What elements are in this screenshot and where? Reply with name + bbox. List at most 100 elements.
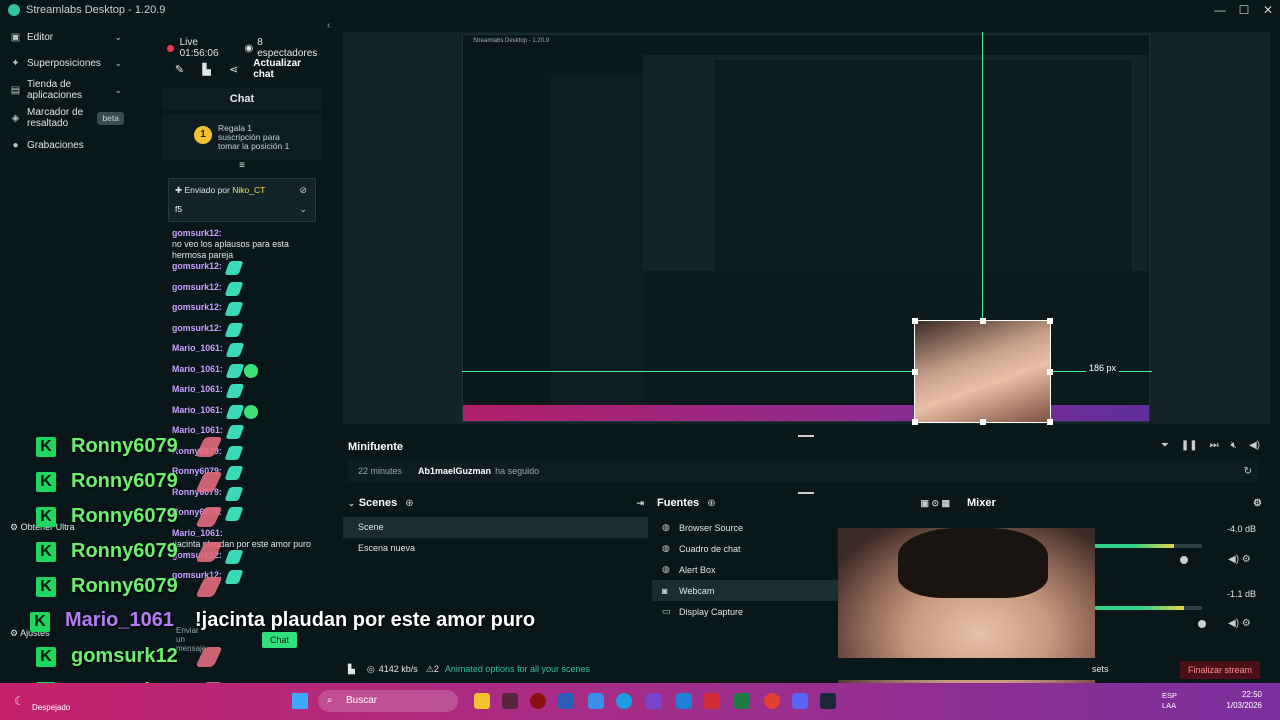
maximize-button[interactable]: ☐	[1232, 0, 1256, 20]
volume-icon[interactable]: ◀)	[1249, 440, 1260, 451]
app-icon[interactable]	[502, 693, 518, 709]
event-row: 22 minutes Ab1maelGuzman ha seguido	[348, 460, 1258, 482]
resize-handle[interactable]	[1047, 369, 1053, 375]
chat-username[interactable]: gomsurk12:	[172, 228, 222, 239]
minimize-button[interactable]: —	[1208, 0, 1232, 20]
skip-icon[interactable]: ⏭	[1210, 440, 1219, 451]
start-button[interactable]	[292, 693, 308, 709]
volume-icon[interactable]: ◀) ⚙	[1228, 554, 1251, 565]
notification-count: 2	[433, 664, 439, 674]
window-title: Streamlabs Desktop - 1.20.9	[26, 4, 166, 16]
chat-message: gomsurk12:	[172, 549, 314, 571]
resize-handle[interactable]	[912, 369, 918, 375]
pause-icon[interactable]: ❚❚	[1181, 440, 1198, 451]
scene-transitions-icon[interactable]: ⇥	[636, 498, 644, 509]
mail-icon[interactable]	[676, 693, 692, 709]
close-button[interactable]: ✕	[1256, 0, 1280, 20]
drag-handle[interactable]	[798, 435, 814, 437]
chat-username[interactable]: gomsurk12:	[172, 282, 222, 293]
add-scene-icon[interactable]: ⊕	[405, 498, 413, 509]
refresh-icon[interactable]: ↻	[1244, 466, 1252, 477]
chat-username[interactable]: gomsurk12:	[172, 261, 222, 272]
chat-username[interactable]: Mario_1061:	[172, 405, 223, 416]
add-source-icon[interactable]: ⊕	[707, 498, 715, 509]
mute-events-icon[interactable]: 🔇︎	[1231, 440, 1237, 451]
share-icon[interactable]: ⋖	[220, 63, 247, 76]
resize-handle[interactable]	[912, 318, 918, 324]
taskbar-search[interactable]: ⌕ Buscar	[318, 690, 458, 712]
chat-username[interactable]: Mario_1061:	[172, 343, 223, 354]
end-stream-button[interactable]: Finalizar stream	[1179, 661, 1260, 679]
chevron-down-icon[interactable]: ⌄	[299, 204, 307, 215]
excel-icon[interactable]	[734, 693, 750, 709]
volume-slider[interactable]	[1198, 620, 1206, 628]
volume-slider[interactable]	[1180, 556, 1188, 564]
send-chat-button[interactable]: Chat	[262, 631, 298, 648]
search-icon: ⌕	[327, 695, 333, 706]
chat-username[interactable]: Mario_1061:	[172, 528, 223, 539]
pinned-message[interactable]: ✚ Enviado por Niko_CT f5 ⊘ ⌄	[168, 178, 316, 222]
chat-message: Mario_1061:	[172, 363, 314, 385]
app-icon[interactable]	[588, 693, 604, 709]
app-icon[interactable]	[646, 693, 662, 709]
unpin-icon[interactable]: ⊘	[299, 185, 307, 196]
resize-handle[interactable]	[912, 419, 918, 425]
chrome-icon[interactable]	[764, 693, 780, 709]
chevron-down-icon[interactable]: ⌄	[114, 85, 122, 96]
chat-username[interactable]: Mario_1061:	[172, 425, 223, 436]
gift-leaderboard-card[interactable]: 1 Regala 1 suscripción para tomar la pos…	[162, 114, 322, 160]
minifuente-title: Minifuente	[348, 441, 403, 453]
minifuente-dock: Minifuente 22 minutes Ab1maelGuzman ha s…	[343, 436, 1270, 490]
clock[interactable]: 22:50 1/03/2026	[1226, 689, 1262, 711]
nav-item-editor[interactable]: ▣ Editor ⌄	[0, 24, 130, 50]
gear-icon[interactable]: ⚙	[1253, 498, 1262, 509]
chevron-down-icon[interactable]: ⌄	[348, 499, 355, 508]
notifications-icon[interactable]: ⚠	[426, 664, 434, 675]
nav-item-recordings[interactable]: ● Grabaciones	[0, 132, 130, 158]
chevron-down-icon[interactable]: ⌄	[114, 32, 122, 43]
overlay-username: Ronny6079	[71, 470, 178, 492]
app-icon[interactable]	[704, 693, 720, 709]
chat-username[interactable]: Mario_1061:	[172, 384, 223, 395]
resize-handle[interactable]	[1047, 318, 1053, 324]
chat-username[interactable]: Mario_1061:	[172, 364, 223, 375]
highlighter-icon: ◈	[11, 112, 20, 124]
scene-item[interactable]: Escena nueva	[343, 538, 648, 559]
discord-icon[interactable]	[792, 693, 808, 709]
performance-icon[interactable]: ▙	[348, 664, 355, 675]
app-icon[interactable]	[530, 693, 546, 709]
edit-icon[interactable]: ✎	[166, 63, 193, 76]
language-indicator[interactable]: ESP LAA	[1162, 691, 1177, 711]
mixer-db-readout: -4.0 dB	[1226, 524, 1256, 534]
chevron-down-icon[interactable]: ⌄	[114, 58, 122, 69]
chat-username[interactable]: gomsurk12:	[172, 323, 222, 334]
resize-handle[interactable]	[980, 318, 986, 324]
weather-icon[interactable]: ☾	[14, 694, 25, 708]
webcam-source-selection[interactable]	[912, 318, 1053, 425]
chat-username[interactable]: gomsurk12:	[172, 302, 222, 313]
resize-handle[interactable]	[1047, 419, 1053, 425]
store-icon[interactable]: ▙	[193, 63, 220, 76]
chat-message: Mario_1061:	[172, 343, 314, 364]
scene-item[interactable]: Scene	[343, 517, 648, 538]
filter-icon[interactable]: ≡	[162, 160, 322, 172]
gift-text-line: tomar la posición 1	[218, 140, 290, 151]
refresh-chat-button[interactable]: Actualizar chat	[253, 58, 322, 80]
word-icon[interactable]	[558, 693, 574, 709]
volume-icon[interactable]: ◀) ⚙	[1228, 618, 1251, 629]
kick-logo-icon: K	[36, 472, 56, 492]
nav-item-app-store[interactable]: ▤ Tienda de aplicaciones ⌄	[0, 76, 130, 104]
collapse-sidebar-icon[interactable]: ‹	[327, 20, 330, 31]
folder-icon[interactable]: ▣ ⊙ ▦	[920, 498, 950, 509]
promo-link[interactable]: Animated options for all your scenes	[445, 664, 590, 674]
nav-item-highlighter[interactable]: ◈ Marcador de resaltado beta	[0, 104, 130, 132]
resize-handle[interactable]	[980, 419, 986, 425]
filter-icon[interactable]: ⏷	[1161, 440, 1169, 451]
scenes-header: ⌄ Scenes ⊕ ⇥	[343, 494, 648, 512]
file-explorer-icon[interactable]	[474, 693, 490, 709]
nav-item-themes[interactable]: ✦ Superposiciones ⌄	[0, 50, 130, 76]
edge-icon[interactable]	[616, 693, 632, 709]
chat-text: no veo los aplausos para esta hermosa pa…	[172, 239, 289, 260]
browser-source-icon: ◍	[662, 522, 670, 532]
steam-icon[interactable]	[820, 693, 836, 709]
